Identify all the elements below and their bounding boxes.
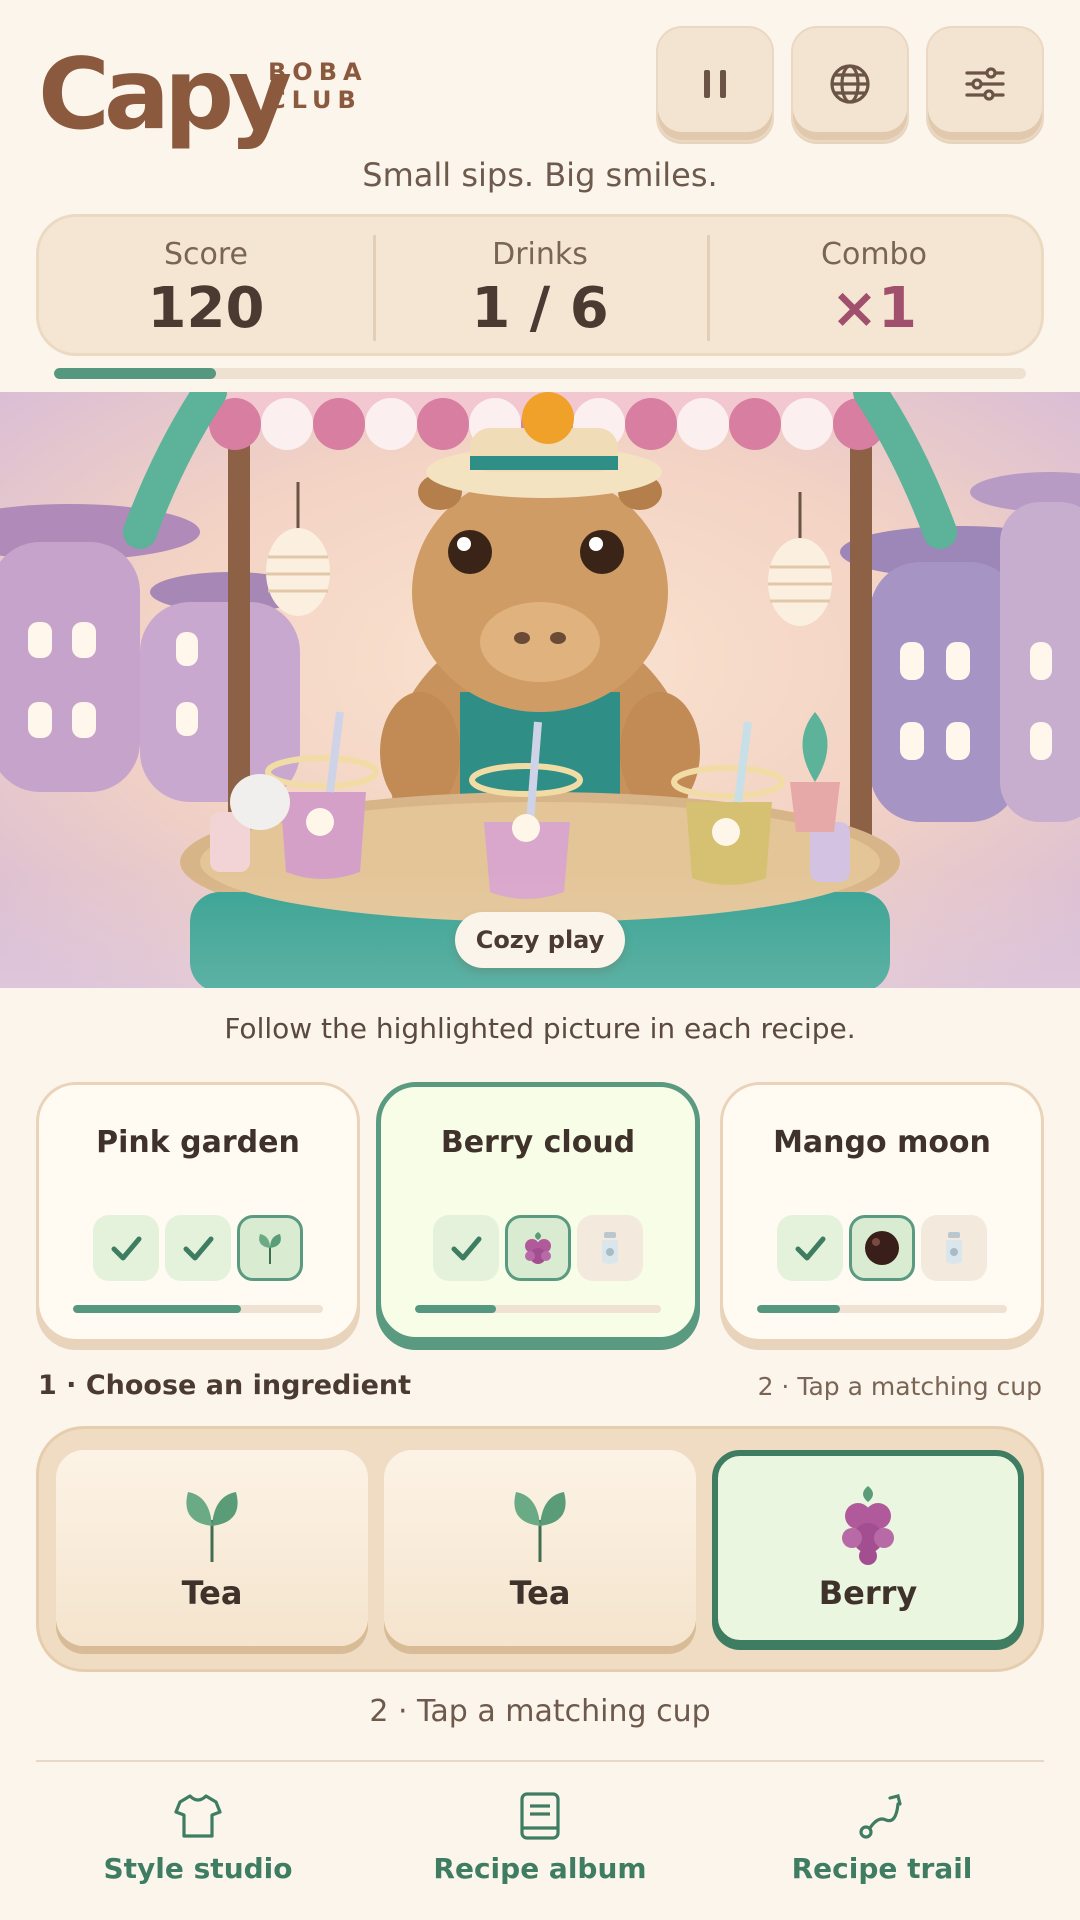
recipe-card-pink-garden[interactable]: Pink garden	[36, 1082, 360, 1342]
language-button[interactable]	[791, 26, 909, 142]
check-icon	[795, 1236, 826, 1261]
tea-leaf-icon	[259, 1234, 281, 1264]
boba-stand-illustration	[0, 392, 1080, 988]
drinks-label: Drinks	[492, 237, 588, 272]
cozy-play-badge[interactable]: Cozy play	[455, 912, 625, 968]
recipe-progress-fill	[73, 1305, 241, 1313]
milk-bottle-icon	[602, 1232, 618, 1264]
pause-button[interactable]	[656, 26, 774, 142]
ingredient-button-berry[interactable]: Berry	[712, 1450, 1024, 1646]
recipe-progress-fill	[415, 1305, 497, 1313]
recipe-steps	[381, 1215, 695, 1281]
milk-bottle-icon	[946, 1232, 962, 1264]
logo-subtitle-line-1: BOBA	[268, 58, 368, 86]
check-icon	[183, 1236, 214, 1261]
level-progress-fill	[54, 368, 217, 379]
nav-style-studio[interactable]: Style studio	[48, 1790, 348, 1885]
step-current	[505, 1215, 571, 1281]
berry-icon	[842, 1486, 894, 1565]
step-empty	[921, 1215, 987, 1281]
recipe-progress-bar	[757, 1305, 1007, 1313]
drinks-stat: Drinks 1 / 6	[373, 217, 707, 353]
recipe-progress-bar	[415, 1305, 661, 1313]
logo-subtitle: BOBA CLUB	[268, 58, 368, 114]
recipe-steps	[39, 1215, 357, 1281]
score-value: 120	[147, 276, 265, 341]
globe-icon	[830, 64, 870, 104]
step-2-label: 2 · Tap a matching cup	[369, 1694, 711, 1729]
recipe-title: Berry cloud	[440, 1125, 636, 1160]
stats-panel: Score 120 Drinks 1 / 6 Combo ×1	[36, 214, 1044, 356]
score-stat: Score 120	[39, 217, 373, 353]
trail-icon	[859, 1794, 902, 1839]
ingredient-button-tea[interactable]: Tea	[384, 1450, 696, 1646]
ingredient-label: Tea	[181, 1574, 243, 1612]
ingredient-label: Berry	[818, 1574, 918, 1612]
drinks-value: 1 / 6	[471, 276, 609, 341]
nav-divider	[36, 1760, 1044, 1762]
combo-value: ×1	[831, 276, 917, 341]
step-done	[433, 1215, 499, 1281]
settings-button[interactable]	[926, 26, 1044, 142]
check-icon	[451, 1236, 482, 1261]
tea-leaf-icon	[186, 1492, 238, 1562]
check-icon	[111, 1236, 142, 1261]
recipe-title: Pink garden	[96, 1125, 300, 1160]
ingredient-label: Tea	[509, 1574, 571, 1612]
recipe-card-berry-cloud[interactable]: Berry cloud	[376, 1082, 700, 1342]
step-2-hint: 2 · Tap a matching cup	[757, 1372, 1042, 1401]
logo-subtitle-line-2: CLUB	[268, 86, 362, 114]
recipe-steps	[723, 1215, 1041, 1281]
nav-recipe-trail[interactable]: Recipe trail	[732, 1790, 1032, 1885]
pause-icon	[704, 70, 726, 98]
logo-wordmark: Capy	[38, 38, 292, 152]
ingredient-button-tea[interactable]: Tea	[56, 1450, 368, 1646]
step-current	[849, 1215, 915, 1281]
berry-icon	[525, 1232, 551, 1264]
step-empty	[577, 1215, 643, 1281]
nav-label: Style studio	[103, 1852, 293, 1885]
recipe-title: Mango moon	[773, 1125, 991, 1160]
step-done	[93, 1215, 159, 1281]
step-1-label: 1 · Choose an ingredient	[38, 1370, 412, 1401]
step-done	[165, 1215, 231, 1281]
shirt-icon	[174, 1794, 222, 1838]
step-done	[777, 1215, 843, 1281]
tea-leaf-icon	[514, 1492, 566, 1562]
sliders-icon	[965, 67, 1005, 101]
tapioca-pearl-icon	[865, 1231, 899, 1265]
step-current	[237, 1215, 303, 1281]
instruction-text: Follow the highlighted picture in each r…	[224, 1012, 856, 1045]
combo-label: Combo	[821, 237, 927, 272]
recipe-progress-bar	[73, 1305, 323, 1313]
combo-stat: Combo ×1	[707, 217, 1041, 353]
level-progress-bar	[54, 368, 1026, 379]
nav-recipe-album[interactable]: Recipe album	[390, 1790, 690, 1885]
recipe-progress-fill	[757, 1305, 840, 1313]
score-label: Score	[163, 237, 249, 272]
book-icon	[520, 1792, 560, 1840]
recipe-card-mango-moon[interactable]: Mango moon	[720, 1082, 1044, 1342]
nav-label: Recipe trail	[791, 1852, 973, 1885]
nav-label: Recipe album	[433, 1852, 647, 1885]
tagline: Small sips. Big smiles.	[362, 156, 718, 194]
game-scene[interactable]	[0, 392, 1080, 988]
